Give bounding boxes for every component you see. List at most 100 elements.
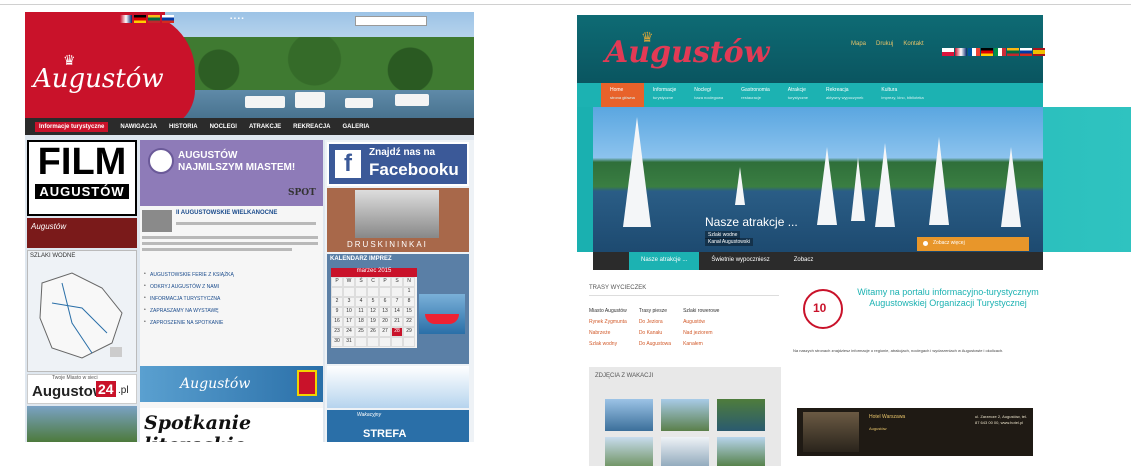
- trasy-link[interactable]: Szlak wodny: [589, 341, 627, 347]
- nav-item-5[interactable]: REKREACJA: [293, 124, 330, 130]
- spotkanie-literackie-banner[interactable]: Spotkanie literackie: [140, 408, 323, 442]
- augustow24-banner[interactable]: Twoje Miasto w sieci Augustow 24 .pl: [27, 374, 137, 404]
- calendar-day[interactable]: 8: [403, 297, 415, 307]
- flag-pl-icon[interactable]: [942, 48, 954, 56]
- calendar-day[interactable]: 21: [391, 317, 403, 327]
- calendar-day[interactable]: 2: [331, 297, 343, 307]
- strefa-banner[interactable]: Wakacyjny STREFA: [327, 410, 469, 442]
- trasy-link[interactable]: Do Jeziora: [639, 319, 671, 325]
- tab-1[interactable]: Świetnie wypoczniesz: [699, 252, 781, 270]
- news-link-2[interactable]: INFORMACJA TURYSTYCZNA: [144, 295, 319, 302]
- top-links[interactable]: ▪ ▪ ▪ ▪: [230, 16, 244, 22]
- calendar-day[interactable]: 12: [367, 307, 379, 317]
- gallery-photo[interactable]: [717, 399, 765, 431]
- nav-rekreacja[interactable]: Rekreacja aktywny wypoczynek: [817, 83, 872, 107]
- calendar-day[interactable]: 7: [391, 297, 403, 307]
- gallery-photo[interactable]: [661, 399, 709, 431]
- nav-item-6[interactable]: GALERIA: [343, 124, 370, 130]
- trasy-link[interactable]: Nad jeziorem: [683, 330, 719, 336]
- film-banner[interactable]: FILM AUGUSTÓW: [27, 140, 137, 216]
- right-logo[interactable]: Augustów: [605, 35, 769, 70]
- nav-item-4[interactable]: ATRAKCJE: [249, 124, 281, 130]
- flag-fr-icon[interactable]: [968, 48, 980, 56]
- calendar-day[interactable]: 22: [403, 317, 415, 327]
- nav-item-3[interactable]: NOCLEGI: [210, 124, 237, 130]
- calendar-day[interactable]: 19: [367, 317, 379, 327]
- druskininkai-banner[interactable]: DRUSKININKAI: [327, 188, 469, 252]
- bottom-left-photo[interactable]: [27, 406, 137, 442]
- calendar-day[interactable]: 13: [379, 307, 391, 317]
- trasy-link[interactable]: Nabrzeże: [589, 330, 627, 336]
- language-flags[interactable]: [120, 15, 174, 23]
- nav-item-0[interactable]: Informacje turystyczne: [35, 121, 109, 132]
- flag-uk-icon[interactable]: [955, 48, 967, 56]
- calendar-day[interactable]: 6: [379, 297, 391, 307]
- nav-item-1[interactable]: NAWIGACJA: [120, 124, 157, 130]
- trasy-link[interactable]: Augustów: [683, 319, 719, 325]
- gallery-photo[interactable]: [605, 437, 653, 466]
- calendar-day[interactable]: 5: [367, 297, 379, 307]
- top-link-0[interactable]: Mapa: [851, 41, 866, 47]
- flag-de-icon[interactable]: [134, 15, 146, 23]
- flag-it-icon[interactable]: [994, 48, 1006, 56]
- flag-ru-icon[interactable]: [1020, 48, 1032, 56]
- nav-item-2[interactable]: HISTORIA: [169, 124, 198, 130]
- calendar-day[interactable]: 23: [331, 327, 343, 337]
- language-flags[interactable]: [942, 48, 1045, 56]
- news-link-1[interactable]: ODKRYJ AUGUSTÓW Z NAMI: [144, 283, 319, 290]
- news-link-3[interactable]: ZAPRASZAMY NA WYSTAWĘ: [144, 307, 319, 314]
- trasy-link[interactable]: Kanałem: [683, 341, 719, 347]
- flag-lt-icon[interactable]: [1007, 48, 1019, 56]
- trasy-link[interactable]: Do Kanału: [639, 330, 671, 336]
- calendar-day[interactable]: 4: [355, 297, 367, 307]
- calendar-day[interactable]: 3: [343, 297, 355, 307]
- flag-lt-icon[interactable]: [148, 15, 160, 23]
- trasy-link[interactable]: Rynek Zygmunta: [589, 319, 627, 325]
- calendar-day[interactable]: 30: [331, 337, 343, 347]
- gallery-photo[interactable]: [661, 437, 709, 466]
- flag-ru-icon[interactable]: [162, 15, 174, 23]
- left-logo[interactable]: Augustów: [33, 64, 164, 94]
- calendar-day[interactable]: 17: [343, 317, 355, 327]
- augustow-blue-banner[interactable]: Augustów: [140, 366, 323, 402]
- promo-small-banner[interactable]: Augustów: [27, 218, 137, 248]
- calendar-day[interactable]: 1: [403, 287, 415, 297]
- nav-atrakcje[interactable]: Atrakcje turystyczne: [779, 83, 817, 107]
- calendar-day[interactable]: 10: [343, 307, 355, 317]
- nav-informacje[interactable]: Informacje turystyczne: [644, 83, 685, 107]
- calendar-day[interactable]: 26: [367, 327, 379, 337]
- trasy-link[interactable]: Do Augustowa: [639, 341, 671, 347]
- flag-es-icon[interactable]: [1033, 48, 1045, 56]
- nav-home[interactable]: Home strona główna: [601, 83, 644, 107]
- calendar-day[interactable]: 28: [391, 327, 403, 337]
- calendar-day[interactable]: 20: [379, 317, 391, 327]
- tab-2[interactable]: Zobacz: [782, 252, 826, 270]
- calendar-day[interactable]: 24: [343, 327, 355, 337]
- calendar-day[interactable]: 11: [355, 307, 367, 317]
- news-link-0[interactable]: AUGUSTOWSKIE FERIE Z KSIĄŻKĄ: [144, 271, 319, 278]
- nav-noclegi[interactable]: Noclegi baza noclegowa: [685, 83, 732, 107]
- calendar-day[interactable]: 31: [343, 337, 355, 347]
- nav-gastronomia[interactable]: Gastronomia restauracje: [732, 83, 779, 107]
- news-item[interactable]: II AUGUSTOWSKIE WIELKANOCNE: [142, 210, 321, 258]
- top-link-2[interactable]: Kontakt: [903, 41, 923, 47]
- map-panel[interactable]: SZLAKI WODNE: [27, 250, 137, 372]
- flag-uk-icon[interactable]: [120, 15, 132, 23]
- news-link-4[interactable]: ZAPROSZENIE NA SPOTKANIE: [144, 319, 319, 326]
- calendar-day[interactable]: 29: [403, 327, 415, 337]
- hero-slider[interactable]: Nasze atrakcje ... Szlaki wodne Kanał Au…: [593, 107, 1043, 252]
- top-link-1[interactable]: Drukuj: [876, 41, 893, 47]
- hero-more-button[interactable]: Zobacz więcej: [917, 237, 1029, 251]
- calendar-day[interactable]: 14: [391, 307, 403, 317]
- gallery-photo[interactable]: [717, 437, 765, 466]
- hotel-ad-banner[interactable]: Hotel Warszawa Augustów ul. Zarzecze 2, …: [797, 408, 1033, 456]
- calendar-day[interactable]: 16: [331, 317, 343, 327]
- flag-de-icon[interactable]: [981, 48, 993, 56]
- news-headline[interactable]: II AUGUSTOWSKIE WIELKANOCNE: [176, 210, 277, 216]
- calendar-day[interactable]: 9: [331, 307, 343, 317]
- search-input[interactable]: [355, 16, 427, 26]
- calendar-day[interactable]: 15: [403, 307, 415, 317]
- tab-0[interactable]: Nasze atrakcje ...: [629, 252, 700, 270]
- facebook-banner[interactable]: f Znajdź nas na Facebooku: [327, 142, 469, 186]
- najmilszym-miastem-banner[interactable]: AUGUSTÓW NAJMILSZYM MIASTEM! SPOT: [140, 140, 323, 206]
